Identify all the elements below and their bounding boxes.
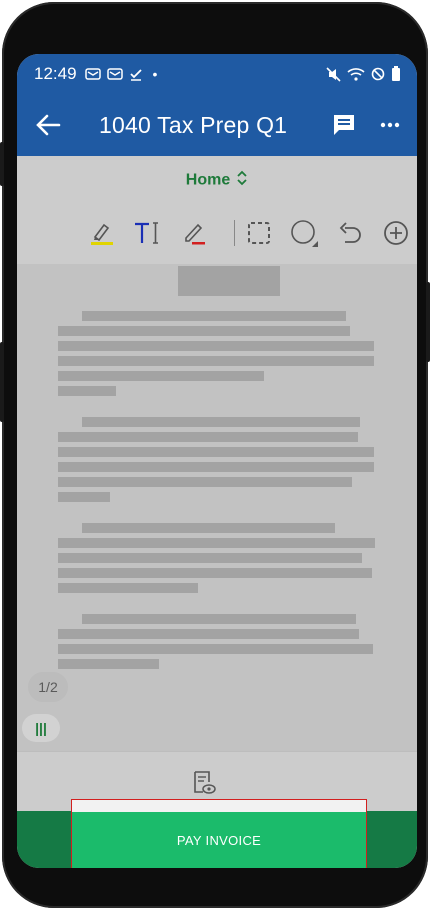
- wifi-icon: [347, 68, 365, 81]
- text-line: [82, 311, 346, 321]
- selection-icon: [248, 222, 270, 244]
- unfold-icon: [236, 170, 248, 191]
- shape-tool[interactable]: [287, 216, 321, 250]
- pay-invoice-button[interactable]: PAY INVOICE: [72, 812, 366, 868]
- scroll-handle[interactable]: |||: [22, 714, 60, 742]
- text-line: [82, 417, 360, 427]
- power-button: [426, 282, 430, 362]
- download-done-icon: [129, 69, 142, 81]
- text-line: [58, 462, 374, 472]
- do-not-disturb-icon: [371, 67, 385, 81]
- document-page[interactable]: [17, 264, 417, 751]
- more-options-button[interactable]: [375, 108, 405, 142]
- text-line: [58, 371, 264, 381]
- text-line: [82, 523, 335, 533]
- volume-up-button: [0, 142, 4, 186]
- screen: 12:49 • 1040 Tax Prep Q1 Home 1/2 ||| PA…: [17, 54, 417, 868]
- comment-icon: [334, 115, 354, 135]
- arrow-back-icon: [36, 114, 61, 136]
- text-line: [58, 447, 374, 457]
- mode-label: Home: [185, 171, 231, 189]
- back-button[interactable]: [23, 100, 73, 150]
- text-line: [58, 538, 375, 548]
- document-preview-icon: [194, 771, 216, 794]
- text-line: [58, 568, 372, 578]
- dot-icon: •: [152, 66, 158, 82]
- more-horizontal-icon: [380, 122, 400, 128]
- text-line: [58, 341, 374, 351]
- text-line: [58, 583, 198, 593]
- text-line: [58, 553, 362, 563]
- toolbar-divider: [234, 220, 235, 246]
- selection-tool[interactable]: [242, 216, 276, 250]
- document-title: 1040 Tax Prep Q1: [99, 111, 288, 138]
- undo-icon: [339, 222, 361, 243]
- text-line: [58, 659, 159, 669]
- highlighter-tool[interactable]: [85, 216, 119, 250]
- volume-down-button: [0, 342, 4, 422]
- mode-selector[interactable]: Home: [17, 170, 417, 191]
- add-icon: [384, 221, 408, 245]
- text-line: [58, 629, 359, 639]
- shape-icon: [291, 220, 318, 247]
- preview-button[interactable]: [191, 770, 217, 796]
- voicemail-icon: [84, 68, 101, 80]
- app-bar: 1040 Tax Prep Q1: [17, 94, 417, 156]
- text-line: [58, 477, 352, 487]
- text-line: [58, 356, 374, 366]
- annotation-toolbar: Home: [17, 156, 417, 264]
- pen-icon: [185, 223, 205, 245]
- page-header-block: [178, 266, 280, 296]
- text-line: [58, 644, 373, 654]
- text-line: [82, 614, 356, 624]
- pen-tool[interactable]: [177, 216, 211, 250]
- page-indicator: 1/2: [28, 672, 68, 702]
- status-time: 12:49: [34, 64, 77, 83]
- text-line: [58, 386, 116, 396]
- comments-button[interactable]: [327, 108, 361, 142]
- text-line: [58, 432, 358, 442]
- highlighter-icon: [91, 223, 113, 245]
- text-tool[interactable]: [129, 216, 163, 250]
- battery-icon: [392, 66, 400, 81]
- add-button[interactable]: [379, 216, 413, 250]
- phone-frame: 12:49 • 1040 Tax Prep Q1 Home 1/2 ||| PA…: [0, 2, 430, 908]
- mute-icon: [326, 66, 341, 82]
- voicemail-icon: [106, 68, 123, 80]
- undo-button[interactable]: [333, 216, 367, 250]
- status-bar: 12:49 •: [17, 54, 417, 94]
- text-line: [58, 492, 110, 502]
- text-line: [58, 326, 350, 336]
- text-box-icon: [135, 222, 158, 244]
